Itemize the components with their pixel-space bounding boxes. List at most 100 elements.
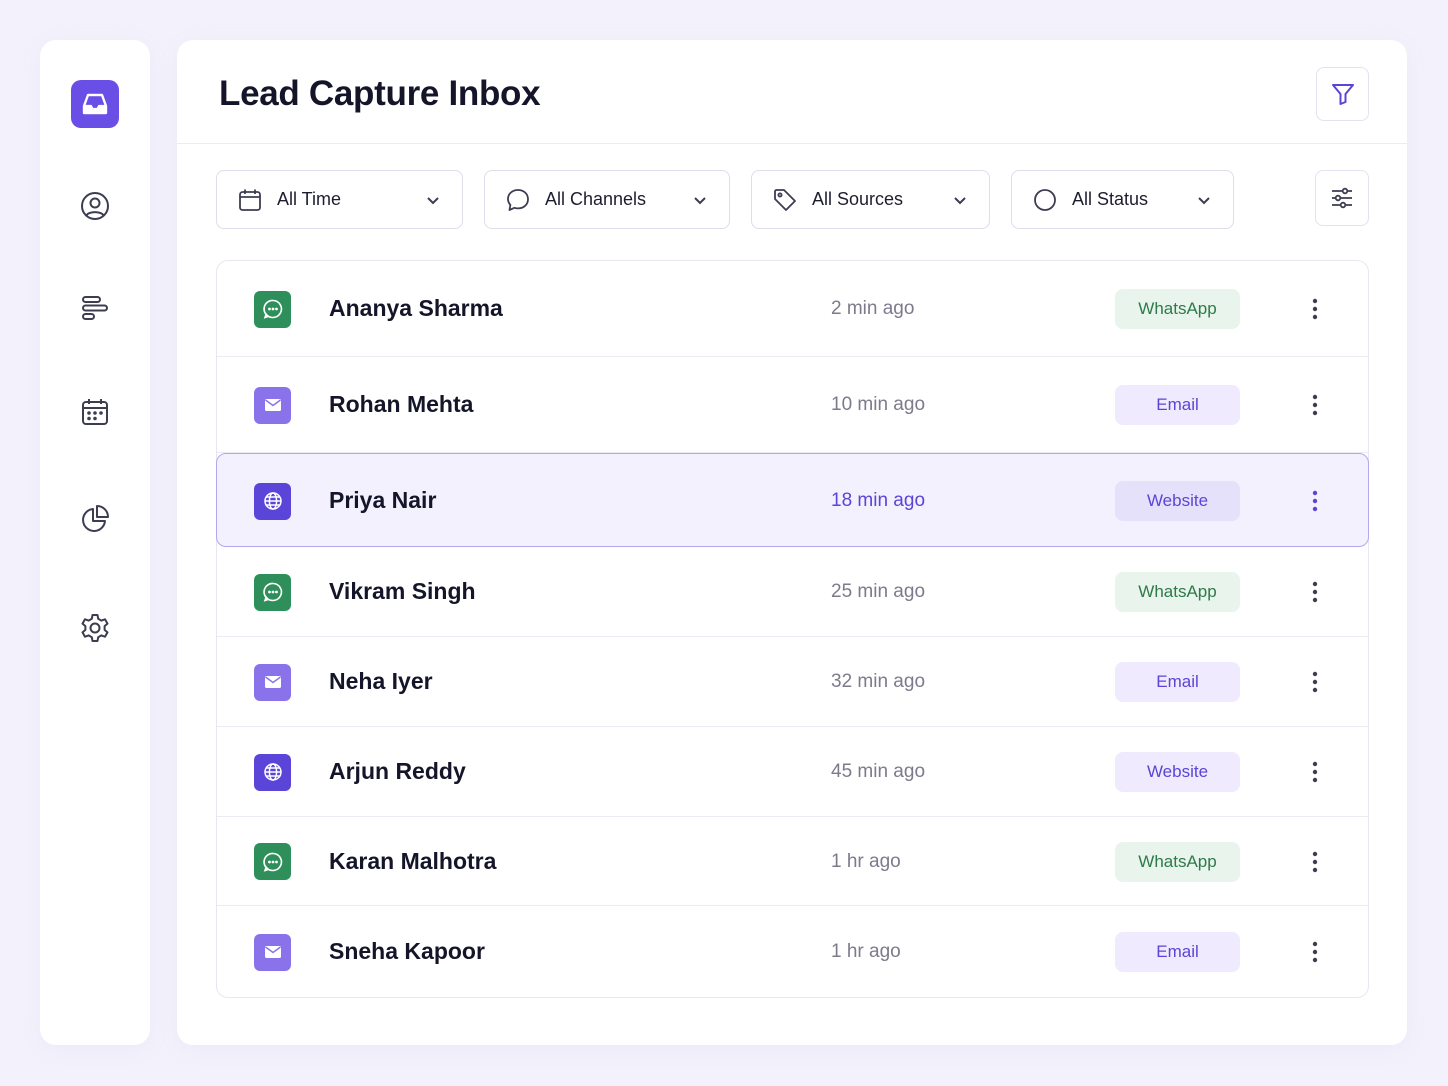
- globe-icon: [263, 492, 282, 510]
- bars-layout-icon: [82, 296, 108, 320]
- nav-inbox[interactable]: [71, 80, 119, 128]
- channel-badge[interactable]: WhatsApp: [1115, 841, 1240, 882]
- main-panel: Lead Capture Inbox All Time All Channels…: [177, 40, 1407, 1045]
- funnel-icon: [1331, 84, 1354, 105]
- lead-row[interactable]: Priya Nair 18 min ago Website: [216, 453, 1369, 547]
- channel-icon-email: [254, 663, 291, 701]
- lead-name: Ananya Sharma: [329, 295, 503, 321]
- lead-row[interactable]: Arjun Reddy 45 min ago Website: [217, 727, 1368, 817]
- status-filter-dropdown[interactable]: All Status: [1011, 170, 1234, 229]
- chat-bubble-icon: [507, 188, 529, 211]
- lead-row[interactable]: Rohan Mehta 10 min ago Email: [217, 357, 1368, 453]
- kebab-menu-icon: [1312, 581, 1318, 603]
- channel-badge[interactable]: WhatsApp: [1115, 289, 1240, 329]
- nav-contacts[interactable]: [71, 182, 119, 230]
- lead-time: 1 hr ago: [831, 850, 901, 872]
- kebab-menu-icon: [1312, 298, 1318, 320]
- lead-time: 45 min ago: [831, 761, 926, 782]
- channel-filter-label: All Channels: [545, 189, 647, 209]
- kebab-menu-icon: [1312, 490, 1318, 512]
- sliders-icon: [1332, 187, 1352, 209]
- lead-time: 2 min ago: [831, 298, 915, 319]
- lead-time: 10 min ago: [831, 394, 926, 415]
- channel-badge[interactable]: Email: [1115, 662, 1240, 702]
- lead-row[interactable]: Ananya Sharma 2 min ago WhatsApp: [217, 261, 1368, 357]
- mail-icon: [264, 946, 281, 958]
- header: Lead Capture Inbox: [177, 40, 1407, 144]
- globe-icon: [263, 763, 282, 781]
- lead-row[interactable]: Neha Iyer 32 min ago Email: [217, 637, 1368, 727]
- inbox-icon: [82, 93, 108, 115]
- whatsapp-icon: [262, 299, 282, 319]
- channel-badge[interactable]: Email: [1115, 932, 1240, 972]
- channel-icon-whatsapp: [254, 843, 291, 880]
- user-circle-icon: [81, 192, 109, 220]
- chevron-down-icon: [427, 196, 439, 204]
- source-filter-dropdown[interactable]: All Sources: [751, 170, 990, 229]
- channel-badge[interactable]: WhatsApp: [1115, 572, 1240, 612]
- channel-badge[interactable]: Website: [1115, 752, 1240, 792]
- chevron-down-icon: [954, 196, 966, 204]
- nav-calendar[interactable]: [71, 388, 119, 436]
- time-filter-label: All Time: [277, 189, 342, 209]
- mail-icon: [264, 676, 281, 688]
- channel-filter-dropdown[interactable]: All Channels: [484, 170, 730, 229]
- calendar-icon: [82, 399, 108, 425]
- circle-icon: [1034, 188, 1056, 211]
- lead-name: Karan Malhotra: [329, 847, 497, 874]
- channel-icon-website: [254, 753, 291, 791]
- page-title: Lead Capture Inbox: [219, 74, 541, 113]
- nav-pipeline[interactable]: [71, 284, 119, 332]
- more-options-button[interactable]: [1305, 486, 1325, 516]
- kebab-menu-icon: [1312, 394, 1318, 416]
- channel-icon-email: [254, 386, 291, 424]
- more-options-button[interactable]: [1305, 667, 1325, 697]
- calendar-icon: [239, 189, 261, 211]
- lead-time: 1 hr ago: [831, 941, 901, 962]
- more-options-button[interactable]: [1305, 937, 1325, 967]
- tag-icon: [774, 188, 796, 211]
- more-options-button[interactable]: [1305, 577, 1325, 607]
- mail-icon: [264, 399, 281, 411]
- lead-row[interactable]: Sneha Kapoor 1 hr ago Email: [217, 906, 1368, 998]
- more-options-button[interactable]: [1305, 390, 1325, 420]
- more-options-button[interactable]: [1305, 294, 1325, 324]
- nav-reports[interactable]: [71, 495, 119, 543]
- channel-badge[interactable]: Website: [1115, 481, 1240, 521]
- sidebar: [40, 40, 150, 1045]
- source-filter-label: All Sources: [812, 189, 904, 209]
- adjust-filters-button[interactable]: [1315, 170, 1369, 226]
- lead-row[interactable]: Karan Malhotra 1 hr ago WhatsApp: [217, 817, 1368, 906]
- whatsapp-icon: [262, 852, 282, 872]
- more-options-button[interactable]: [1305, 757, 1325, 787]
- kebab-menu-icon: [1312, 761, 1318, 783]
- lead-time: 18 min ago: [831, 490, 926, 511]
- kebab-menu-icon: [1312, 941, 1318, 963]
- pie-chart-icon: [82, 505, 109, 532]
- kebab-menu-icon: [1312, 671, 1318, 693]
- channel-icon-whatsapp: [254, 573, 291, 611]
- filter-button[interactable]: [1316, 67, 1369, 121]
- nav-settings[interactable]: [71, 604, 119, 652]
- gear-icon: [81, 614, 109, 642]
- time-filter-dropdown[interactable]: All Time: [216, 170, 463, 229]
- chevron-down-icon: [1198, 196, 1210, 204]
- channel-icon-website: [254, 482, 291, 520]
- status-filter-label: All Status: [1072, 189, 1149, 209]
- lead-name: Sneha Kapoor: [329, 938, 485, 964]
- lead-name: Arjun Reddy: [329, 758, 466, 784]
- whatsapp-icon: [262, 582, 282, 602]
- channel-icon-email: [254, 933, 291, 971]
- more-options-button[interactable]: [1305, 847, 1325, 877]
- lead-time: 32 min ago: [831, 671, 926, 692]
- lead-time: 25 min ago: [831, 581, 926, 602]
- lead-name: Priya Nair: [329, 487, 437, 513]
- channel-icon-whatsapp: [254, 290, 291, 328]
- kebab-menu-icon: [1312, 851, 1318, 872]
- lead-name: Neha Iyer: [329, 668, 433, 694]
- lead-row[interactable]: Vikram Singh 25 min ago WhatsApp: [217, 547, 1368, 637]
- channel-badge[interactable]: Email: [1115, 385, 1240, 425]
- lead-list: Ananya Sharma 2 min ago WhatsApp Rohan Meht…: [216, 260, 1369, 998]
- lead-name: Rohan Mehta: [329, 391, 474, 417]
- lead-name: Vikram Singh: [329, 578, 476, 604]
